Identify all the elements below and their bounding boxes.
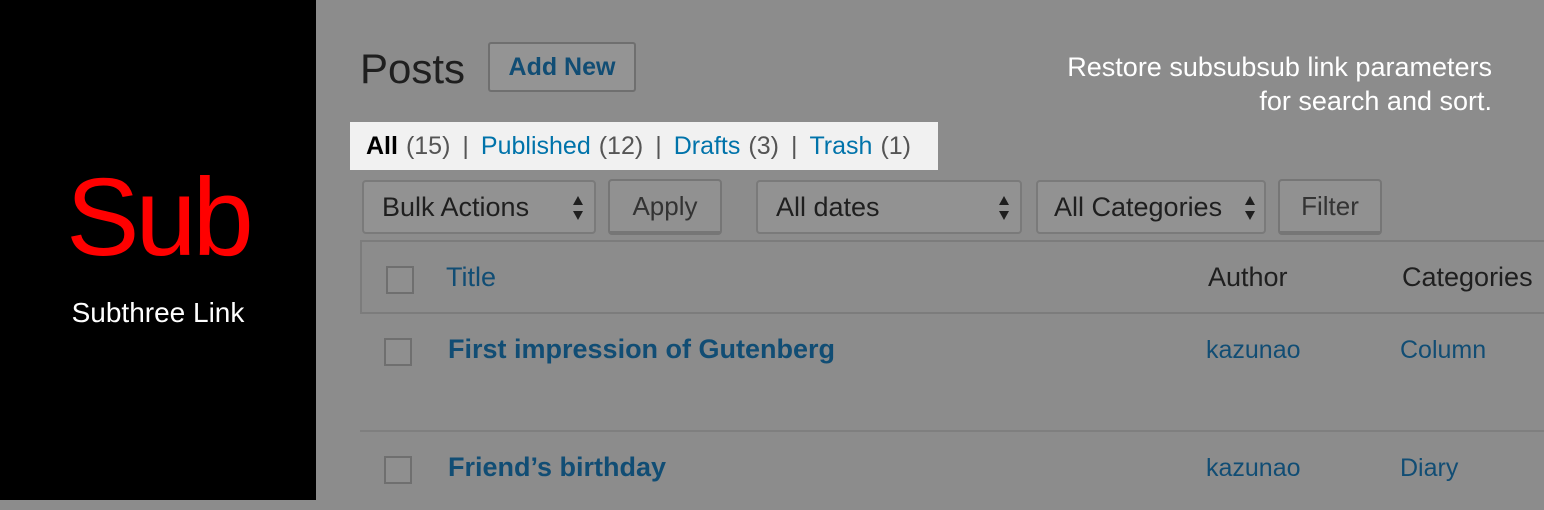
subsubsub-views: All (15) | Published (12) | Drafts (3) |… <box>350 122 938 170</box>
select-arrows-icon <box>1245 196 1255 220</box>
view-drafts-count: (3) <box>748 131 779 160</box>
row-checkbox[interactable] <box>384 338 412 366</box>
apply-button[interactable]: Apply <box>608 179 722 235</box>
view-all-count: (15) <box>405 131 451 160</box>
categories-select[interactable]: All Categories <box>1036 180 1266 234</box>
view-trash-count: (1) <box>880 131 911 160</box>
view-separator: | <box>462 131 469 160</box>
promo-line-2: for search and sort. <box>1259 86 1492 116</box>
view-drafts-link[interactable]: Drafts <box>674 132 741 161</box>
row-divider <box>360 430 1544 432</box>
filter-button[interactable]: Filter <box>1278 179 1382 235</box>
brand-panel: Sub Subthree Link <box>0 0 316 500</box>
promo-line-1: Restore subsubsub link parameters <box>1067 52 1492 82</box>
column-title-link[interactable]: Title <box>446 262 496 293</box>
bulk-actions-select[interactable]: Bulk Actions <box>362 180 596 234</box>
table-header: Title Author Categories <box>360 240 1544 314</box>
post-title-link[interactable]: First impression of Gutenberg <box>448 334 835 365</box>
bulk-actions-value: Bulk Actions <box>382 191 530 222</box>
posts-table: Title Author Categories First impression… <box>360 240 1544 510</box>
view-published-link[interactable]: Published <box>481 132 591 161</box>
view-separator: | <box>790 131 798 160</box>
page-title: Posts <box>360 45 466 92</box>
posts-screen: Posts Add New Restore subsubsub link par… <box>316 0 1544 510</box>
post-title-link[interactable]: Friend’s birthday <box>448 452 666 483</box>
post-category-link[interactable]: Diary <box>1400 454 1458 483</box>
view-separator: | <box>655 131 662 160</box>
add-new-button[interactable]: Add New <box>488 42 636 92</box>
column-author: Author <box>1208 262 1288 292</box>
categories-value: All Categories <box>1054 191 1223 222</box>
select-arrows-icon <box>999 196 1009 220</box>
brand-logo: Sub <box>66 156 254 279</box>
select-arrows-icon <box>573 196 583 220</box>
post-author-link[interactable]: kazunao <box>1206 454 1301 483</box>
row-checkbox[interactable] <box>384 456 412 484</box>
brand-subtitle: Subthree Link <box>71 297 245 328</box>
post-author-link[interactable]: kazunao <box>1206 336 1301 365</box>
dates-select[interactable]: All dates <box>756 180 1022 234</box>
view-trash-link[interactable]: Trash <box>809 132 872 161</box>
dates-value: All dates <box>776 191 880 222</box>
promo-caption: Restore subsubsub link parameters for se… <box>1067 50 1492 118</box>
post-category-link[interactable]: Column <box>1400 336 1486 365</box>
column-categories: Categories <box>1402 262 1533 292</box>
view-published-count: (12) <box>598 131 644 160</box>
select-all-checkbox[interactable] <box>386 266 414 294</box>
view-all-link[interactable]: All <box>366 132 398 161</box>
